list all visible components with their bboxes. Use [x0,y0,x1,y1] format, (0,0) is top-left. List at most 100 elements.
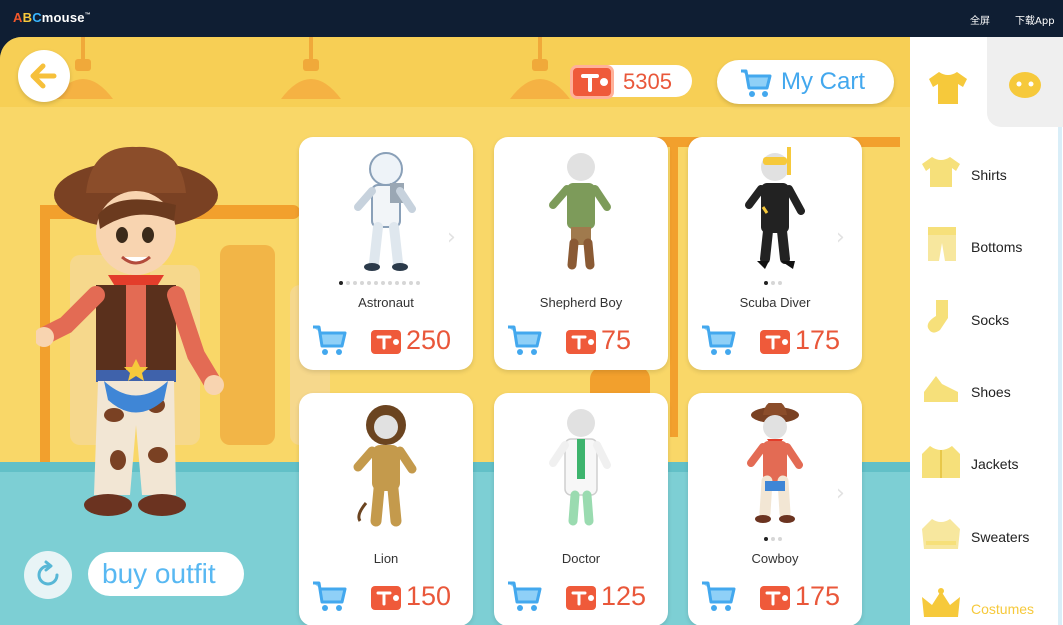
costume-name: Cowboy [751,551,799,566]
carousel-dot[interactable] [381,281,385,285]
add-to-cart-icon[interactable] [700,323,736,357]
category-label: Shoes [971,383,1011,400]
carousel-dot[interactable] [771,537,775,541]
carousel-dot[interactable] [409,281,413,285]
jacket-icon [922,446,960,479]
category-shoes[interactable]: Shoes [910,362,1058,422]
carousel-dots [764,537,785,543]
carousel-dots [764,281,785,287]
costume-preview [354,152,416,271]
category-socks[interactable]: Socks [910,290,1058,350]
costume-preview [549,409,611,526]
carousel-dot[interactable] [771,281,775,285]
carousel-dot[interactable] [339,281,343,285]
costume-card[interactable]: › Scuba Diver 175 [688,137,862,370]
abcmouse-app: ABCmouse™ 全屏 下载App 5305 My Cart buy outf… [0,0,1063,625]
shopping-cart-icon [741,69,772,97]
buy-outfit-label: buy outfit [102,558,216,589]
t-shirt-icon [929,72,967,104]
shoe-icon [924,375,958,402]
top-bar: ABCmouse™ 全屏 下载App [0,0,1063,37]
fullscreen-link[interactable]: 全屏 [970,12,990,27]
chevron-right-icon[interactable]: › [836,225,845,250]
refresh-icon [37,560,59,586]
dressing-room-stage: 5305 My Cart buy outfit › Astronaut 250 … [0,37,910,625]
category-label: Shirts [971,167,1007,183]
costume-preview [549,153,611,270]
category-panel: Shirts Bottoms Socks Shoes Jackets Sweaters Co… [910,37,1063,625]
costume-name: Scuba Diver [739,295,811,310]
carousel-dot[interactable] [764,281,768,285]
carousel-dot[interactable] [402,281,406,285]
costume-card[interactable]: Shepherd Boy 75 [494,137,668,370]
costume-card[interactable]: Doctor 125 [494,393,668,625]
ticket-icon [371,586,401,610]
ceiling-lamp [281,37,341,99]
category-costumes[interactable]: Costumes [910,579,1058,625]
costume-price: 150 [406,581,452,611]
category-shirts[interactable]: Shirts [910,145,1058,205]
carousel-dot[interactable] [764,537,768,541]
carousel-dot[interactable] [346,281,350,285]
category-bottoms[interactable]: Bottoms [910,217,1058,277]
sock-icon [927,299,948,333]
ticket-count: 5305 [623,69,672,94]
chevron-right-icon[interactable]: › [447,225,456,250]
chevron-right-icon[interactable]: › [836,481,845,506]
add-to-cart-icon[interactable] [311,323,347,357]
ticket-icon [760,586,790,610]
costume-preview [353,405,417,527]
costume-card[interactable]: Lion 150 [299,393,473,625]
add-to-cart-icon[interactable] [506,579,542,613]
category-sweaters[interactable]: Sweaters [910,507,1058,567]
reset-outfit-button[interactable] [24,551,72,599]
carousel-dot[interactable] [360,281,364,285]
back-button[interactable] [18,50,70,102]
download-app-link[interactable]: 下载App [1015,12,1055,27]
abcmouse-logo[interactable]: ABCmouse™ [13,10,91,25]
shirt-icon [922,157,960,187]
costume-card[interactable]: › Cowboy 175 [688,393,862,625]
carousel-dot[interactable] [353,281,357,285]
pants-icon [928,227,956,262]
ceiling-lamp [510,37,570,99]
my-cart-button[interactable]: My Cart [717,60,894,104]
crown-icon [922,587,960,617]
add-to-cart-icon[interactable] [506,323,542,357]
costume-preview [745,147,805,269]
face-icon [1009,72,1041,98]
carousel-dot[interactable] [367,281,371,285]
buy-outfit-button[interactable]: buy outfit [88,552,244,596]
add-to-cart-icon[interactable] [700,579,736,613]
carousel-dot[interactable] [395,281,399,285]
panel-scrollbar[interactable] [1058,127,1062,625]
ticket-balance: 5305 [570,65,692,99]
category-jackets[interactable]: Jackets [910,434,1058,494]
carousel-dot[interactable] [374,281,378,285]
carousel-dot[interactable] [778,281,782,285]
carousel-dots [339,281,423,287]
category-label: Socks [971,311,1010,328]
ticket-icon [371,330,401,354]
add-to-cart-icon[interactable] [311,579,347,613]
category-label: Costumes [971,600,1035,617]
ticket-icon [566,330,596,354]
tab-clothing[interactable] [910,37,987,127]
tab-face[interactable] [987,37,1063,127]
costume-name: Doctor [561,551,601,566]
ticket-icon [760,330,790,354]
category-label: Sweaters [971,528,1030,545]
ticket-icon [566,586,596,610]
costume-name: Astronaut [358,295,414,310]
carousel-dot[interactable] [778,537,782,541]
my-cart-label: My Cart [781,68,865,95]
carousel-dot[interactable] [416,281,420,285]
sweater-icon [922,518,960,549]
costume-price: 75 [601,325,632,355]
costume-name: Lion [373,551,399,566]
carousel-dot[interactable] [388,281,392,285]
avatar-character [36,146,224,516]
logo-mouse: mouse [41,10,85,25]
costume-card[interactable]: › Astronaut 250 [299,137,473,370]
ticket-icon [570,65,614,99]
